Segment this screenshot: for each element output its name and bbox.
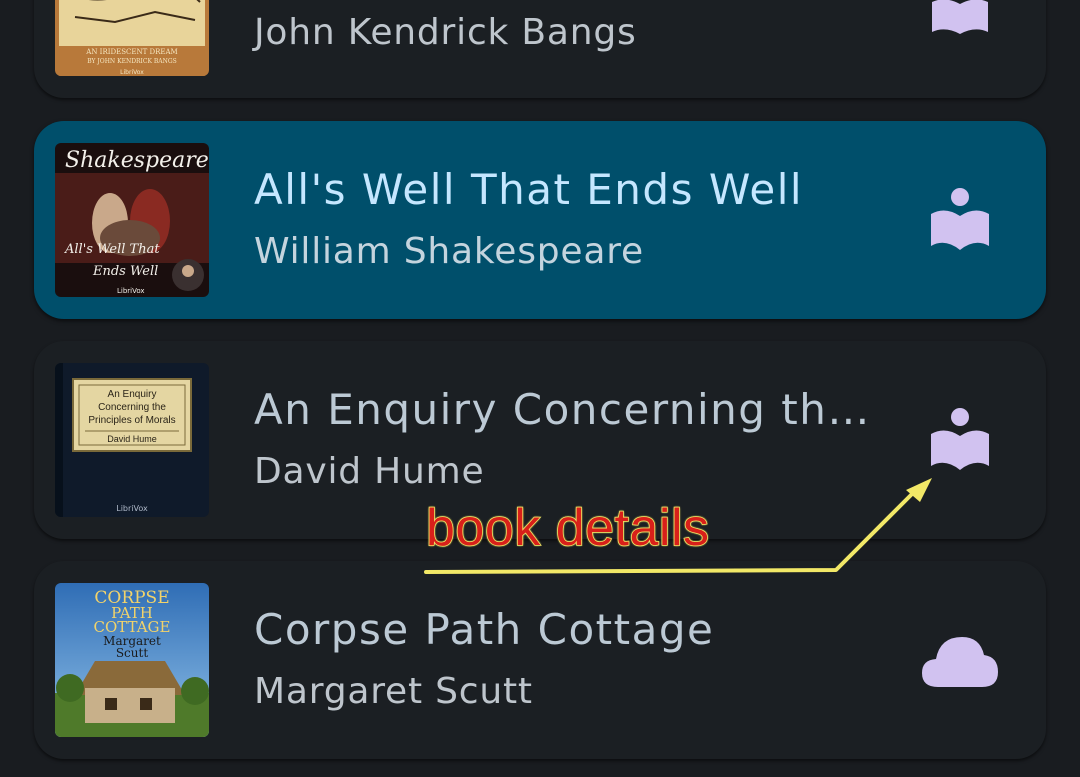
- cover-text: Concerning the: [98, 402, 166, 413]
- cover-text: Principles of Morals: [88, 415, 175, 426]
- cover-text: All's Well That: [64, 242, 160, 257]
- book-author: David Hume: [254, 451, 485, 492]
- book-details-icon[interactable]: [920, 401, 1000, 481]
- book-title: Corpse Path Cottage: [254, 605, 715, 654]
- cover-text: Scutt: [116, 646, 148, 660]
- book-title: All's Well That Ends Well: [254, 165, 804, 214]
- annotation-label: book details: [425, 498, 710, 558]
- cover-text: BY JOHN KENDRICK BANGS: [87, 58, 177, 65]
- book-cover-bangs: AN IRIDESCENT DREAM BY JOHN KENDRICK BAN…: [55, 0, 209, 76]
- book-cover-shakespeare: Shakespeare All's Well That Ends Well Li…: [55, 143, 209, 297]
- cover-text: An Enquiry: [108, 389, 157, 400]
- book-title: An Enquiry Concerning the …: [254, 385, 874, 434]
- book-cover-hume: An Enquiry Concerning the Principles of …: [55, 363, 209, 517]
- book-author: John Kendrick Bangs: [254, 12, 637, 53]
- book-card-shakespeare[interactable]: Shakespeare All's Well That Ends Well Li…: [34, 121, 1046, 319]
- book-details-icon[interactable]: [920, 181, 1000, 261]
- cover-text: Shakespeare: [65, 148, 209, 173]
- cover-text: Ends Well: [92, 264, 158, 279]
- cover-text: David Hume: [107, 434, 157, 444]
- cover-text: LibriVox: [117, 287, 145, 295]
- cover-text: AN IRIDESCENT DREAM: [85, 48, 177, 56]
- cover-text: LibriVox: [120, 69, 144, 76]
- cloud-download-icon[interactable]: [920, 621, 1000, 701]
- book-list-screen: AN IRIDESCENT DREAM BY JOHN KENDRICK BAN…: [0, 0, 1080, 777]
- book-author: William Shakespeare: [254, 231, 645, 272]
- cover-text: LibriVox: [116, 504, 148, 513]
- book-card-corpse-path[interactable]: CORPSE PATH COTTAGE Margaret Scutt Corps…: [34, 561, 1046, 759]
- book-details-icon[interactable]: [920, 0, 1000, 60]
- book-card-bangs[interactable]: AN IRIDESCENT DREAM BY JOHN KENDRICK BAN…: [34, 0, 1046, 98]
- book-author: Margaret Scutt: [254, 671, 533, 712]
- book-cover-corpse-path: CORPSE PATH COTTAGE Margaret Scutt: [55, 583, 209, 737]
